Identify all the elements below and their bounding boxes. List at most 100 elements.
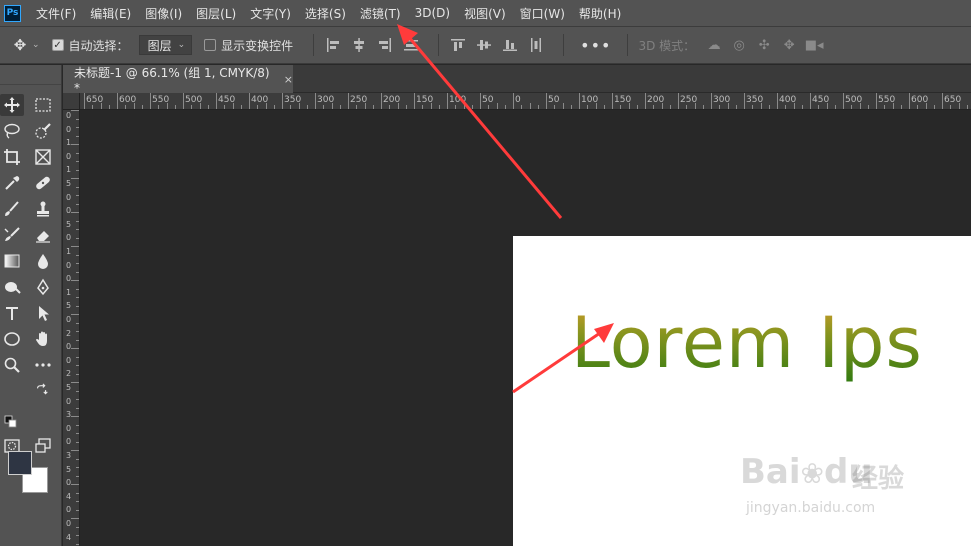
frame-icon[interactable] (31, 146, 55, 168)
eyedropper-icon[interactable] (0, 172, 24, 194)
ruler-label: 250 (350, 95, 368, 105)
dodge-icon[interactable] (0, 276, 24, 298)
default-colors-icon[interactable] (4, 415, 18, 429)
align-left-icon[interactable] (324, 36, 342, 54)
ruler-label: 0 (65, 260, 72, 270)
align-bottom-icon[interactable] (501, 36, 519, 54)
ruler-label: 5 (65, 179, 72, 188)
ruler-minor-tick (735, 105, 737, 109)
ruler-minor-tick (455, 105, 457, 109)
ellipse-icon[interactable] (0, 328, 24, 350)
more-tools-icon[interactable] (31, 354, 55, 376)
3d-slide-icon[interactable]: ✥ (780, 36, 798, 54)
move-tool-icon[interactable]: ✥ (10, 36, 30, 54)
ruler-origin[interactable] (63, 93, 80, 110)
menu-3d[interactable]: 3D(D) (415, 6, 450, 20)
ruler-tick (76, 373, 79, 375)
panel-grip[interactable] (0, 65, 61, 85)
document-tab[interactable]: 未标题-1 @ 66.1% (组 1, CMYK/8) * × (63, 65, 293, 95)
close-icon[interactable]: × (284, 73, 293, 86)
ruler-minor-tick (125, 105, 127, 109)
menu-select[interactable]: 选择(S) (305, 5, 346, 22)
ruler-label: 0 (515, 95, 521, 105)
crop-icon[interactable] (0, 146, 24, 168)
baidu-jingyan-watermark: Bai❀du 经验 jingyan.baidu.com (740, 440, 940, 530)
ruler-major-tick (645, 93, 646, 109)
ruler-label: 5 (65, 301, 72, 311)
align-top-icon[interactable] (449, 36, 467, 54)
ruler-label: 150 (416, 95, 434, 105)
menu-view[interactable]: 视图(V) (464, 5, 506, 22)
eraser-icon[interactable] (31, 224, 55, 246)
ruler-minor-tick (488, 105, 490, 109)
chevron-down-icon: ⌄ (177, 40, 186, 50)
menu-edit[interactable]: 编辑(E) (90, 5, 131, 22)
ruler-tick (76, 271, 79, 273)
hand-icon[interactable] (31, 328, 55, 350)
ruler-minor-tick (537, 105, 539, 109)
blur-icon[interactable] (31, 250, 55, 272)
move-icon[interactable] (0, 94, 24, 116)
auto-select-target-dropdown[interactable]: 图层 ⌄ (138, 35, 193, 55)
brush-icon[interactable] (0, 198, 24, 220)
canvas-gradient-text[interactable]: Lorem Ips (571, 302, 923, 384)
pen-icon[interactable] (31, 276, 55, 298)
ruler-major-tick (876, 93, 877, 109)
zoom-icon[interactable] (0, 354, 24, 376)
ruler-tick (76, 399, 79, 400)
menu-filter[interactable]: 滤镜(T) (360, 5, 401, 22)
ruler-label: 500 (185, 95, 203, 105)
3d-pan-icon[interactable]: ✣ (755, 36, 773, 54)
3d-roll-icon[interactable]: ◎ (730, 36, 748, 54)
horizontal-ruler[interactable]: 650 600 550 500 450 400 350 300 250 200 150 100 50 0 5… (80, 93, 971, 110)
align-right-icon[interactable] (376, 36, 394, 54)
swap-colors-icon[interactable] (34, 383, 50, 399)
distribute-horizontal-icon[interactable] (527, 36, 545, 54)
ruler-label: 5 (65, 383, 72, 392)
ruler-tick (76, 475, 79, 477)
3d-orbit-icon[interactable]: ☁ (705, 36, 723, 54)
ruler-label: 0 (65, 355, 72, 365)
vertical-ruler[interactable]: 00101500501001502002503003504004 (63, 110, 80, 546)
tool-preset-caret-icon[interactable]: ⌄ (32, 40, 40, 50)
type-icon[interactable] (0, 302, 24, 324)
auto-select-target-value: 图层 (147, 38, 172, 53)
menu-file[interactable]: 文件(F) (36, 5, 76, 22)
screen-mode-icon[interactable] (31, 435, 55, 457)
history-brush-icon[interactable] (0, 224, 24, 246)
3d-video-camera-icon[interactable]: ■◂ (805, 36, 824, 54)
quick-select-icon[interactable] (31, 120, 55, 142)
ruler-label: 350 (746, 95, 764, 105)
show-transform-checkbox[interactable] (204, 39, 217, 51)
path-select-icon[interactable] (31, 302, 55, 324)
ruler-tick (71, 246, 79, 247)
healing-icon[interactable] (31, 172, 55, 194)
align-hcenter-icon[interactable] (350, 36, 368, 54)
ruler-label: 1 (65, 247, 72, 256)
more-options-icon[interactable]: ••• (580, 36, 611, 55)
ruler-minor-tick (554, 105, 556, 109)
ruler-label: 400 (779, 95, 797, 105)
marquee-icon[interactable] (31, 94, 55, 116)
foreground-color-swatch[interactable] (8, 451, 32, 475)
ruler-minor-tick (834, 105, 836, 109)
menu-image[interactable]: 图像(I) (145, 5, 182, 22)
ruler-minor-tick (422, 105, 424, 109)
ruler-tick (76, 543, 79, 545)
auto-select-checkbox[interactable]: ✓ (51, 39, 64, 51)
ruler-tick (76, 127, 79, 128)
menu-window[interactable]: 窗口(W) (520, 5, 565, 22)
ruler-tick (76, 220, 79, 222)
lasso-icon[interactable] (0, 120, 24, 142)
ruler-label: 550 (152, 95, 170, 105)
menu-layer[interactable]: 图层(L) (196, 5, 236, 22)
menu-type[interactable]: 文字(Y) (250, 5, 291, 22)
ruler-major-tick (678, 93, 679, 109)
align-vcenter-icon[interactable] (475, 36, 493, 54)
menu-help[interactable]: 帮助(H) (579, 5, 621, 22)
stamp-icon[interactable] (31, 198, 55, 220)
gradient-icon[interactable] (0, 250, 24, 272)
ruler-label: 650 (86, 95, 104, 105)
align-top-dist-icon[interactable] (402, 36, 420, 54)
ruler-major-tick (447, 93, 448, 109)
